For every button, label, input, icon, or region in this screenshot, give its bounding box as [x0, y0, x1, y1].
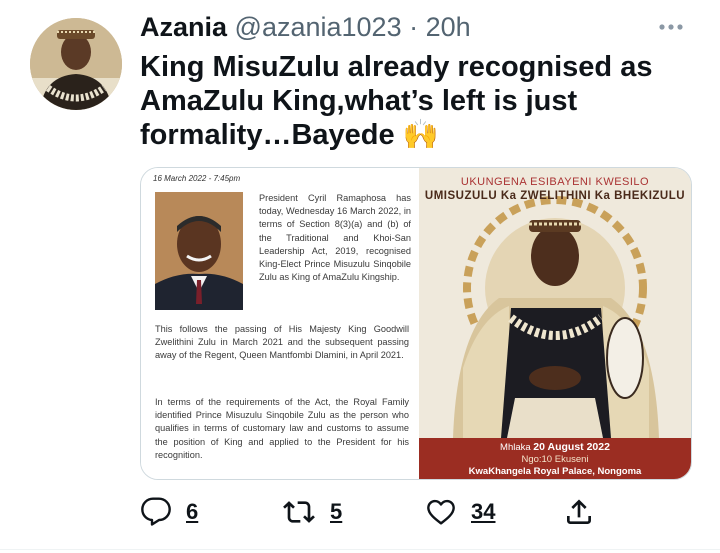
tweet-time[interactable]: 20h — [426, 12, 471, 42]
like-button[interactable]: 34 — [425, 492, 495, 532]
tweet-text-line: formality…Bayede 🙌 — [140, 119, 439, 151]
retweet-count[interactable]: 5 — [330, 499, 342, 525]
poster-date-prefix: Mhlaka — [500, 442, 531, 453]
poster-illustration — [419, 168, 691, 479]
poster-date-line: Mhlaka 20 August 2022 — [419, 441, 691, 453]
document-photo — [155, 192, 243, 310]
tweet-text-line: AmaZulu King,what’s left is just — [140, 85, 578, 117]
retweet-icon — [283, 501, 315, 523]
poster-date: 20 August 2022 — [533, 441, 610, 453]
document-paragraph: This follows the passing of His Majesty … — [155, 324, 409, 361]
share-icon — [567, 499, 591, 524]
reply-count[interactable]: 6 — [186, 499, 198, 525]
header-separator: · — [409, 12, 419, 42]
media-document: 16 March 2022 - 7:45pm President Cyril R… — [141, 168, 419, 479]
heart-icon — [427, 499, 455, 525]
avatar-image — [30, 18, 122, 110]
more-icon[interactable] — [658, 12, 684, 38]
poster-time: Ngo:10 Ekuseni — [521, 454, 589, 465]
poster-title-1: UKUNGENA ESIBAYENI KWESILO — [460, 176, 650, 188]
media-poster: UKUNGENA ESIBAYENI KWESILO UMISUZULU Ka … — [419, 168, 691, 479]
retweet-button[interactable]: 5 — [282, 492, 342, 532]
document-paragraph: President Cyril Ramaphosa has today, Wed… — [259, 193, 411, 283]
share-button[interactable] — [563, 492, 595, 532]
document-date: 16 March 2022 - 7:45pm — [153, 174, 241, 183]
author-name[interactable]: Azania — [140, 12, 227, 42]
tweet-media[interactable]: 16 March 2022 - 7:45pm President Cyril R… — [140, 167, 692, 480]
reply-button[interactable]: 6 — [140, 492, 198, 532]
document-paragraph: In terms of the requirements of the Act,… — [155, 397, 409, 460]
tweet-actions: 6 5 34 — [140, 492, 620, 532]
poster-title-2: UMISUZULU Ka ZWELITHINI Ka BHEKIZULU — [424, 190, 686, 202]
tweet-text: King MisuZulu already recognised as AmaZ… — [140, 50, 700, 152]
author-handle[interactable]: @azania1023 — [235, 12, 402, 42]
like-count[interactable]: 34 — [471, 499, 495, 525]
tweet-text-line: King MisuZulu already recognised as — [140, 51, 653, 83]
tweet-header: Azania @azania1023 · 20h — [140, 12, 471, 43]
poster-venue: KwaKhangela Royal Palace, Nongoma — [468, 466, 642, 477]
tweet-divider — [0, 549, 720, 550]
reply-icon — [141, 497, 171, 526]
avatar[interactable] — [30, 18, 122, 110]
